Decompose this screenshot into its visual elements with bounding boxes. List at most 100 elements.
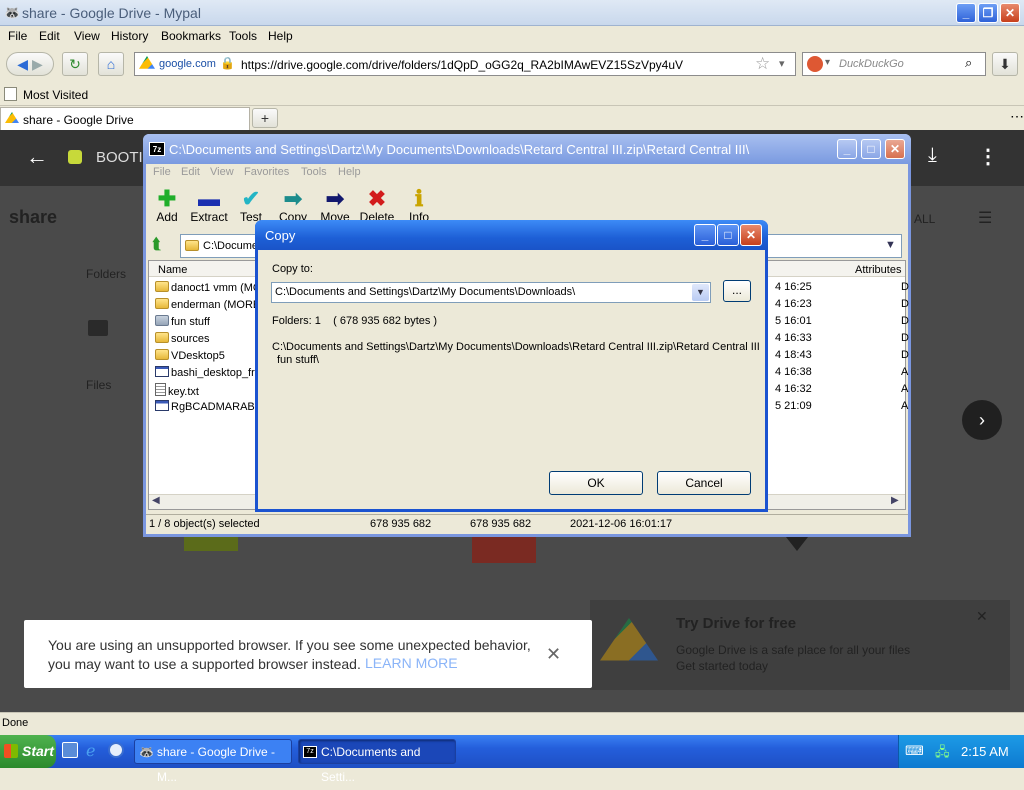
selection-modified: 2021-12-06 16:01:17: [570, 518, 673, 530]
reload-button[interactable]: ↻: [62, 52, 88, 76]
home-button[interactable]: ⌂: [98, 52, 124, 76]
zip-menu-file[interactable]: File: [153, 166, 171, 178]
search-icon[interactable]: ⌕: [965, 55, 972, 71]
promo-title: Try Drive for free: [676, 615, 797, 632]
minimize-button[interactable]: _: [956, 3, 976, 23]
bookmark-star-icon[interactable]: ☆: [755, 54, 770, 74]
back-arrow-icon[interactable]: ←: [26, 144, 48, 170]
taskbar-item-7zip-label: C:\Documents and Setti...: [321, 745, 421, 784]
7zip-title-bar: 7z C:\Documents and Settings\Dartz\My Do…: [143, 134, 911, 164]
url-bar[interactable]: google.com 🔒 https://drive.google.com/dr…: [134, 52, 796, 76]
close-icon[interactable]: ✕: [976, 608, 988, 625]
taskbar-item-7zip[interactable]: 7z C:\Documents and Setti...: [298, 739, 456, 784]
dialog-minimize-button[interactable]: _: [694, 224, 716, 246]
shared-folder-icon[interactable]: [88, 320, 108, 336]
search-box[interactable]: ▾ DuckDuckGo ⌕: [802, 52, 986, 76]
browse-button[interactable]: ...: [723, 280, 751, 302]
taskbar-item-browser[interactable]: 🦝 share - Google Drive - M...: [134, 739, 292, 784]
copy-to-label: Copy to:: [272, 263, 313, 275]
zip-menu-favorites[interactable]: Favorites: [244, 166, 289, 178]
zip-menu-tools[interactable]: Tools: [301, 166, 327, 178]
back-forward-button[interactable]: ◀ ▶: [6, 52, 54, 76]
info-icon: ℹ: [414, 186, 424, 211]
zip-menu-help[interactable]: Help: [338, 166, 361, 178]
forward-arrow-icon: ▶: [31, 56, 43, 72]
more-options-icon[interactable]: ⋮: [978, 144, 998, 169]
tab-title: share - Google Drive: [23, 113, 134, 127]
chevron-down-icon[interactable]: ▼: [692, 284, 709, 301]
close-icon[interactable]: ✕: [546, 644, 561, 665]
menu-help[interactable]: Help: [268, 29, 293, 43]
up-folder-icon[interactable]: ⮬: [152, 236, 162, 254]
scroll-right-icon[interactable]: ▶: [891, 495, 899, 506]
all-tabs-icon[interactable]: ⋯: [1010, 108, 1024, 125]
folder-icon: [155, 349, 169, 360]
column-header-attributes[interactable]: Attributes: [855, 264, 901, 276]
dialog-close-button[interactable]: ✕: [740, 224, 762, 246]
7zip-minimize-button[interactable]: _: [837, 139, 857, 159]
file-date: 5 16:01: [775, 315, 812, 327]
file-name: fun stuff: [171, 316, 210, 328]
7zip-close-button[interactable]: ✕: [885, 139, 905, 159]
folder-icon: [155, 298, 169, 309]
drive-page-title: share: [9, 207, 58, 227]
download-arrow-icon: ⬇: [999, 56, 1011, 72]
menu-history[interactable]: History: [111, 29, 148, 43]
list-view-icon[interactable]: ☰: [978, 208, 992, 228]
download-button[interactable]: ⬇: [992, 52, 1018, 76]
source-path-line1: C:\Documents and Settings\Dartz\My Docum…: [272, 341, 760, 353]
site-identity-badge[interactable]: google.com: [159, 58, 216, 70]
file-date: 4 18:43: [775, 349, 812, 361]
google-drive-logo-icon: [600, 618, 658, 661]
menu-file[interactable]: File: [8, 29, 27, 43]
destination-path-text[interactable]: C:\Documents and Settings\Dartz\My Docum…: [275, 286, 575, 298]
chevron-down-icon[interactable]: ▼: [885, 239, 896, 251]
info-button[interactable]: ℹ Info: [394, 186, 444, 225]
url-dropdown-icon[interactable]: ▾: [779, 57, 785, 70]
learn-more-link[interactable]: LEARN MORE: [365, 655, 458, 671]
7zip-maximize-button[interactable]: □: [861, 139, 881, 159]
internet-explorer-icon[interactable]: ℯ: [86, 741, 95, 761]
google-drive-tab-icon: [5, 112, 19, 124]
menu-tools[interactable]: Tools: [229, 29, 257, 43]
network-icon[interactable]: 🖧: [935, 743, 950, 765]
bookmark-most-visited[interactable]: Most Visited: [23, 88, 88, 102]
destination-path-combo[interactable]: C:\Documents and Settings\Dartz\My Docum…: [271, 282, 711, 303]
dialog-maximize-button[interactable]: □: [717, 224, 739, 246]
7zip-icon: 7z: [149, 142, 165, 156]
selection-packed-size: 678 935 682: [470, 518, 532, 530]
extract-label: Extract: [190, 210, 228, 224]
url-text[interactable]: https://drive.google.com/drive/folders/1…: [241, 58, 683, 72]
column-header-name[interactable]: Name: [158, 264, 187, 276]
file-attr: D: [901, 298, 909, 310]
browser-title-bar: 🦝 share - Google Drive - Mypal _ ❐ ✕: [0, 0, 1024, 26]
start-button[interactable]: Start: [0, 735, 56, 768]
keyboard-icon[interactable]: ⌨: [905, 743, 924, 759]
file-attr: A: [901, 366, 909, 378]
media-player-icon[interactable]: [108, 742, 124, 758]
zip-menu-view[interactable]: View: [210, 166, 234, 178]
file-thumbnail[interactable]: [184, 537, 238, 551]
cancel-button[interactable]: Cancel: [657, 471, 751, 495]
search-engine-dropdown-icon[interactable]: ▾: [825, 57, 830, 68]
download-icon[interactable]: ⤓: [928, 144, 937, 167]
file-attr: D: [901, 332, 909, 344]
view-all-link[interactable]: ALL: [914, 212, 935, 226]
show-desktop-icon[interactable]: [62, 742, 78, 758]
ok-button[interactable]: OK: [549, 471, 643, 495]
file-attr: D: [901, 349, 909, 361]
tab-google-drive[interactable]: share - Google Drive: [0, 107, 250, 130]
maximize-button[interactable]: ❐: [978, 3, 998, 23]
file-thumbnail[interactable]: [472, 537, 536, 563]
menu-bookmarks[interactable]: Bookmarks: [161, 29, 221, 43]
bookmark-page-icon: [4, 87, 17, 101]
scroll-left-icon[interactable]: ◀: [152, 495, 160, 506]
menu-edit[interactable]: Edit: [39, 29, 60, 43]
next-page-button[interactable]: ›: [962, 400, 1002, 440]
search-placeholder: DuckDuckGo: [839, 58, 904, 70]
new-tab-button[interactable]: +: [252, 108, 278, 128]
taskbar-item-browser-label: share - Google Drive - M...: [157, 745, 276, 784]
menu-view[interactable]: View: [74, 29, 100, 43]
close-button[interactable]: ✕: [1000, 3, 1020, 23]
zip-menu-edit[interactable]: Edit: [181, 166, 200, 178]
